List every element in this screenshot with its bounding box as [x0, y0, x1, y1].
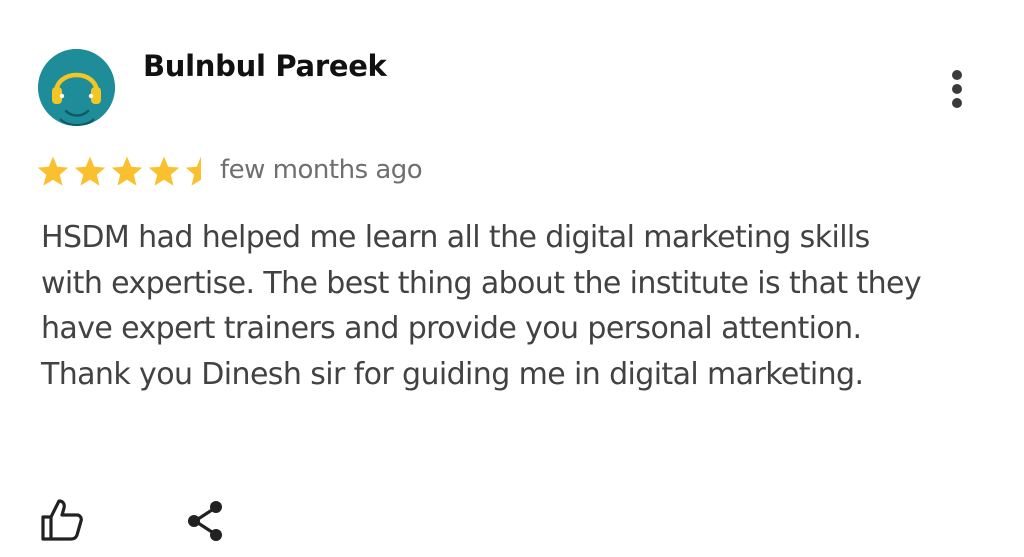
more-vertical-icon — [952, 70, 962, 80]
star-filled-icon — [148, 156, 180, 186]
star-rating — [37, 155, 222, 189]
more-vertical-icon-dot — [952, 84, 962, 94]
star-filled-icon — [111, 156, 143, 186]
review-text-line: with expertise. The best thing about the… — [41, 265, 922, 301]
star-filled-icon — [74, 156, 106, 186]
like-button[interactable] — [38, 495, 86, 543]
review-timestamp: few months ago — [220, 155, 423, 185]
more-vertical-icon-dot — [952, 98, 962, 108]
more-options-button[interactable] — [940, 66, 976, 112]
thumbs-up-icon — [41, 499, 83, 541]
review-text-line: have expert trainers and provide you per… — [41, 311, 862, 346]
review-text-line: Thank you Dinesh sir for guiding me in d… — [41, 356, 864, 392]
share-button[interactable] — [185, 498, 229, 544]
star-filled-icon — [37, 156, 69, 186]
share-icon — [188, 501, 222, 541]
review-text-line: HSDM had helped me learn all the digital… — [41, 220, 870, 255]
avatar[interactable] — [38, 49, 115, 126]
headphones-avatar-icon — [38, 49, 115, 126]
star-half-icon — [185, 156, 201, 186]
review-text: HSDM had helped me learn all the digital… — [41, 215, 1013, 397]
author-name[interactable]: Bulnbul Pareek — [143, 49, 387, 83]
